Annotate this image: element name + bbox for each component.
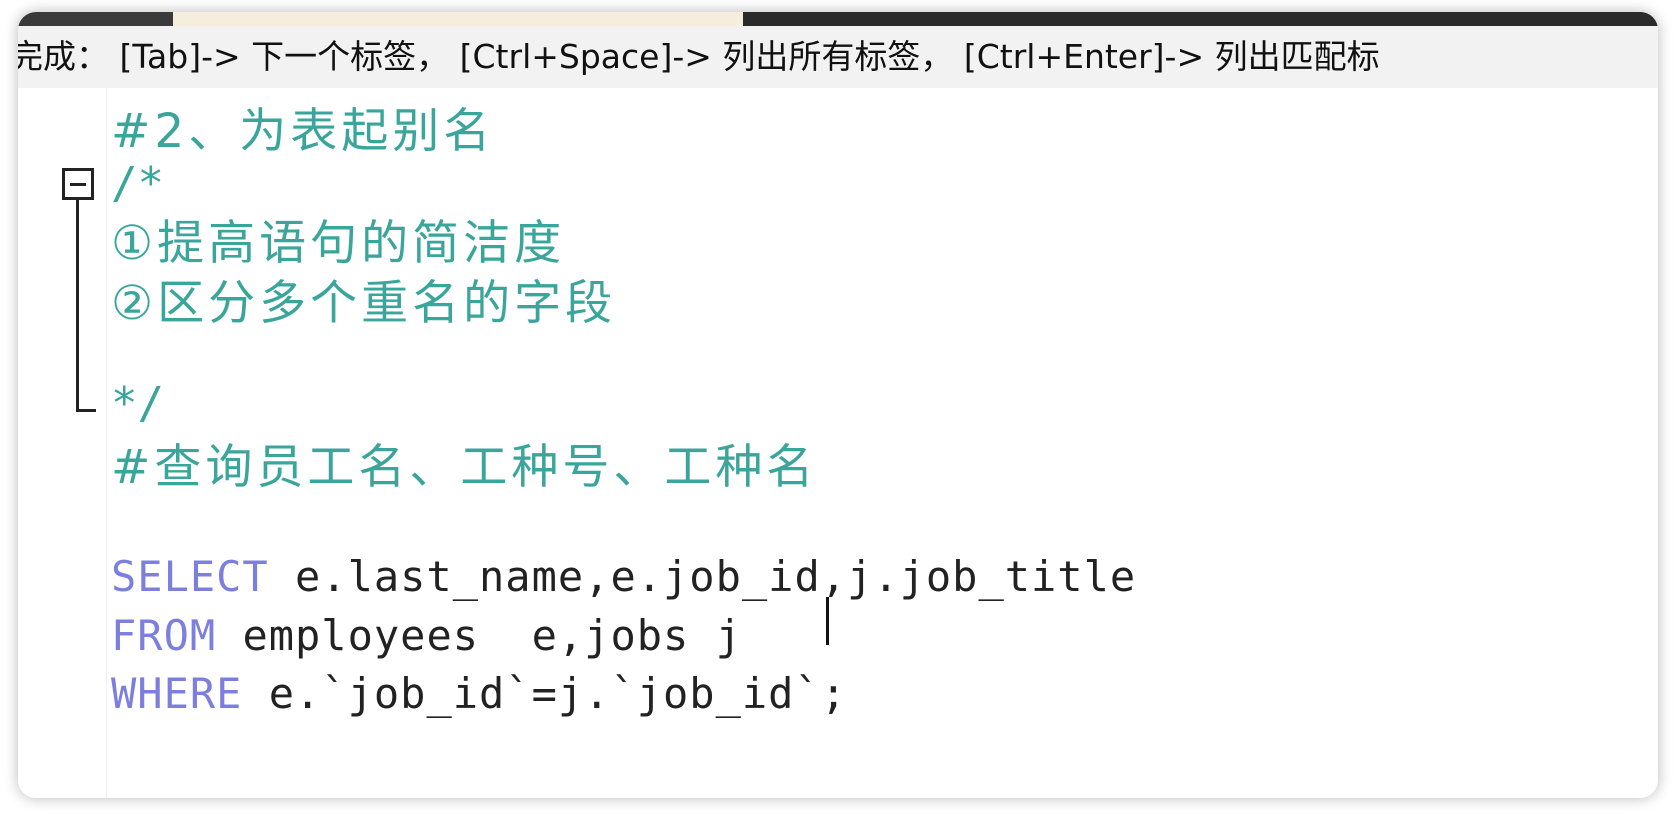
- from-tables: employees e,jobs j: [216, 611, 742, 660]
- comment-line-point-1: ①提高语句的简洁度: [111, 216, 566, 271]
- where-keyword: WHERE: [111, 669, 243, 718]
- fold-collapse-icon[interactable]: [62, 168, 94, 200]
- text-cursor: [826, 597, 829, 645]
- fold-range-end: [76, 409, 96, 412]
- comment-line-query: #查询员工名、工种号、工种名: [111, 440, 818, 495]
- sql-from-line: FROM employees e,jobs j: [111, 611, 742, 660]
- window-frame: 完成： [Tab]-> 下一个标签， [Ctrl+Space]-> 列出所有标签…: [18, 12, 1658, 798]
- comment-open-line: /*: [111, 158, 164, 209]
- tab-bar: [18, 12, 1658, 26]
- select-keyword: SELECT: [111, 552, 269, 601]
- from-keyword: FROM: [111, 611, 217, 660]
- select-columns: e.last_name,e.job_id,j.job_title: [268, 552, 1137, 601]
- sql-select-line: SELECT e.last_name,e.job_id,j.job_title: [111, 552, 1136, 601]
- code-editor[interactable]: #2、为表起别名 /* ①提高语句的简洁度 ②区分多个重名的字段 */ #查询员…: [18, 88, 1658, 798]
- comment-line-point-2: ②区分多个重名的字段: [111, 276, 617, 331]
- fold-range-line: [76, 200, 79, 412]
- active-tab[interactable]: [173, 12, 743, 26]
- sql-where-line: WHERE e.`job_id`=j.`job_id`;: [111, 669, 847, 718]
- comment-line-1: #2、为表起别名: [111, 104, 495, 159]
- comment-close-line: */: [111, 378, 164, 429]
- where-condition: e.`job_id`=j.`job_id`;: [242, 669, 848, 718]
- tab-strip: [743, 12, 1658, 26]
- autocomplete-hint-bar: 完成： [Tab]-> 下一个标签， [Ctrl+Space]-> 列出所有标签…: [18, 26, 1658, 88]
- editor-gutter: [18, 88, 107, 798]
